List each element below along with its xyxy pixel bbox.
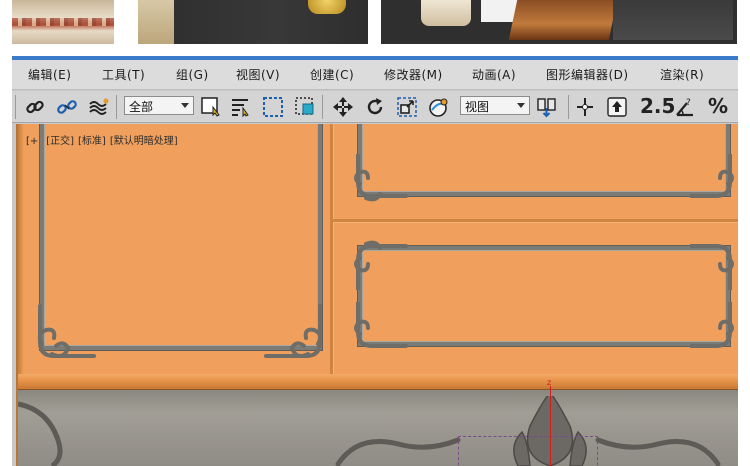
link-icon[interactable] — [22, 94, 48, 120]
transform-gizmo-z-axis[interactable] — [550, 386, 551, 466]
chevron-down-icon — [517, 103, 525, 108]
menu-group[interactable]: 组(G) — [176, 66, 209, 83]
panel-divider-horizontal — [333, 219, 738, 222]
selection-filter-value: 全部 — [129, 100, 154, 114]
scale-icon[interactable] — [394, 94, 420, 120]
scroll-ornament-icon — [690, 154, 734, 198]
app-window: 编辑(E) 工具(T) 组(G) 视图(V) 创建(C) 修改器(M) 动画(A… — [12, 56, 738, 466]
bind-space-warp-icon[interactable] — [86, 94, 112, 120]
panel-divider-vertical — [330, 124, 333, 374]
scroll-ornament-icon — [37, 304, 96, 358]
thumbnail-strip — [0, 0, 750, 46]
scroll-ornament-icon — [354, 154, 408, 202]
svg-text:?: ? — [686, 98, 691, 108]
chevron-down-icon — [181, 103, 189, 108]
window-crossing-icon[interactable] — [292, 94, 318, 120]
reference-coordinate-dropdown[interactable]: 视图 — [460, 96, 530, 115]
move-icon[interactable] — [330, 94, 356, 120]
cabinet-top-ledge — [18, 374, 738, 390]
main-toolbar: 全部 视图 2.5 ? % — [12, 91, 738, 123]
top-drawer-frame — [358, 124, 730, 196]
keyboard-shortcut-override-icon[interactable] — [604, 94, 630, 120]
menu-animation[interactable]: 动画(A) — [472, 66, 516, 83]
scroll-ornament-icon — [264, 304, 323, 358]
unlink-icon[interactable] — [54, 94, 80, 120]
snap-toggle-label[interactable]: 2.5 — [640, 94, 675, 118]
menu-graph-editors[interactable]: 图形编辑器(D) — [546, 66, 629, 83]
menu-modifiers[interactable]: 修改器(M) — [384, 66, 443, 83]
middle-drawer-frame — [358, 246, 730, 346]
select-by-name-icon[interactable] — [228, 94, 254, 120]
menu-edit[interactable]: 编辑(E) — [28, 66, 71, 83]
cabinet-left-edge — [18, 124, 24, 374]
scroll-ornament-icon — [690, 244, 734, 290]
rotate-icon[interactable] — [362, 94, 388, 120]
menu-bar: 编辑(E) 工具(T) 组(G) 视图(V) 创建(C) 修改器(M) 动画(A… — [12, 60, 738, 90]
menu-view[interactable]: 视图(V) — [236, 66, 280, 83]
menu-create[interactable]: 创建(C) — [310, 66, 354, 83]
thumbnail-carpet[interactable] — [12, 0, 114, 44]
rectangular-selection-icon[interactable] — [260, 94, 286, 120]
z-axis-label: z — [547, 378, 552, 387]
percent-snap-label[interactable]: % — [708, 94, 728, 118]
menu-tools[interactable]: 工具(T) — [102, 66, 145, 83]
placement-icon[interactable] — [426, 94, 452, 120]
menu-rendering[interactable]: 渲染(R) — [660, 66, 704, 83]
select-object-icon[interactable] — [198, 94, 224, 120]
selection-filter-dropdown[interactable]: 全部 — [124, 96, 194, 115]
angle-snap-icon[interactable]: ? — [672, 94, 698, 120]
pivot-center-icon[interactable] — [534, 94, 560, 120]
thumbnail-furniture[interactable] — [381, 0, 737, 44]
thumbnail-dark-scene[interactable] — [138, 0, 368, 44]
select-manipulate-icon[interactable] — [572, 94, 598, 120]
scroll-ornament-icon — [354, 302, 408, 348]
scroll-ornament-icon — [690, 302, 734, 348]
corner-carving-icon — [18, 401, 63, 466]
selection-bounding-box — [458, 436, 598, 466]
scroll-ornament-icon — [354, 240, 408, 290]
viewport-orthographic[interactable]: [+] [正交] [标准] [默认明暗处理] z — [16, 124, 738, 466]
reference-coordinate-value: 视图 — [465, 100, 490, 114]
